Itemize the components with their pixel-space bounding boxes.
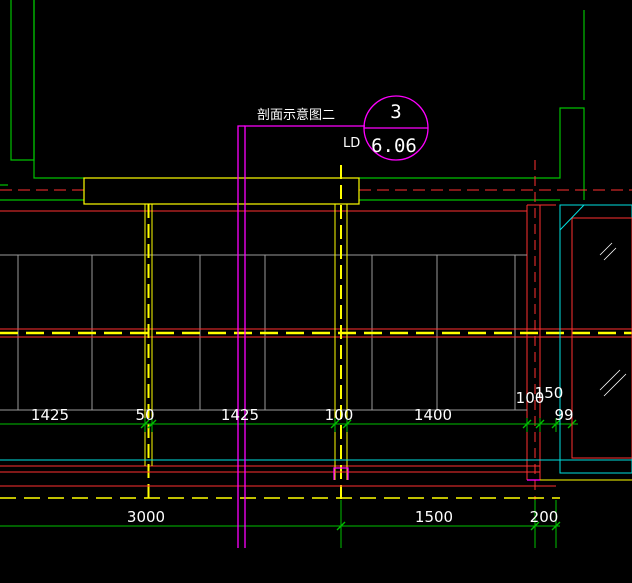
dimension-lines <box>0 418 578 548</box>
cad-drawing: 剖面示意图二 LD 3 6.06 1425 50 1425 100 1400 1… <box>0 0 632 548</box>
detail-number: 3 <box>390 101 401 123</box>
detail-sheet: 6.06 <box>371 135 417 157</box>
section-label: 剖面示意图二 <box>257 107 335 123</box>
dim-upper-50: 50 <box>135 406 154 424</box>
dim-upper-1425-left: 1425 <box>31 406 69 424</box>
dim-lower-200: 200 <box>530 508 559 526</box>
ld-label: LD <box>343 136 360 151</box>
dim-lower-1500: 1500 <box>415 508 453 526</box>
wall-outline <box>0 0 585 201</box>
dim-upper-99: 99 <box>554 406 573 424</box>
dim-upper-1400: 1400 <box>414 406 452 424</box>
main-axis <box>0 328 632 338</box>
dim-upper-100: 100 <box>325 406 354 424</box>
slab-lines <box>0 204 556 480</box>
dim-upper-150: 150 <box>535 384 564 402</box>
beam-outline <box>83 177 360 205</box>
dimension-ticks <box>140 419 577 531</box>
dim-lower-3000: 3000 <box>127 508 165 526</box>
dim-upper-1425-mid: 1425 <box>221 406 259 424</box>
window-frame <box>559 204 632 474</box>
